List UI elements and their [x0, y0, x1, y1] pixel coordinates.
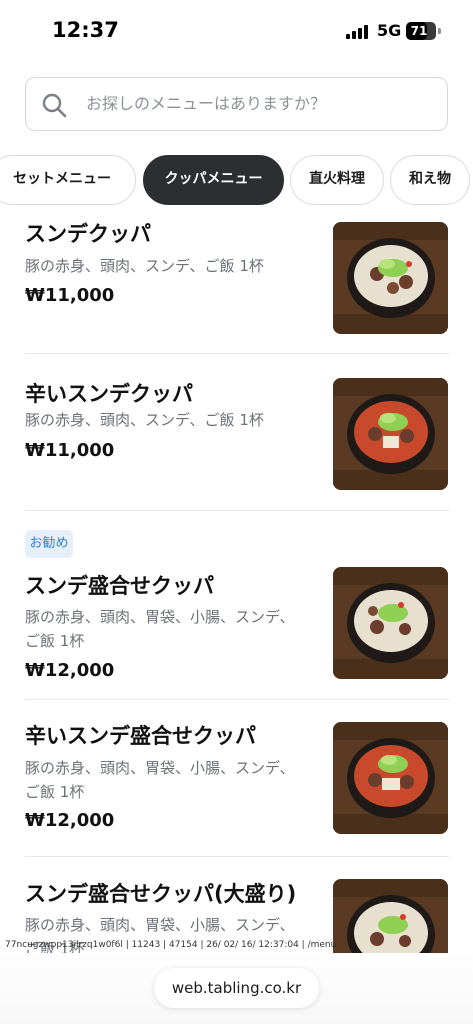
menu-item-price: ₩12,000	[25, 660, 115, 681]
menu-list: スンデクッパ 豚の赤身、頭肉、スンデ、ご飯 1杯 ₩11,000 辛いスンデクッ…	[0, 205, 473, 953]
menu-item-description: 豚の赤身、頭肉、スンデ、ご飯 1杯	[25, 411, 264, 429]
tab-salads[interactable]: 和え物	[390, 155, 470, 205]
url-bar[interactable]: web.tabling.co.kr	[154, 968, 319, 1008]
menu-item-title: 辛いスンデ盛合せクッパ	[25, 724, 256, 748]
cellular-signal-icon	[346, 25, 370, 39]
recommended-badge: お勧め	[25, 530, 73, 558]
menu-item-price: ₩12,000	[25, 810, 115, 831]
search-input[interactable]	[86, 78, 436, 129]
menu-item-description: 豚の赤身、頭肉、スンデ、ご飯 1杯	[25, 257, 264, 275]
spicy-soup-photo	[333, 378, 448, 490]
tab-gukbap-menu[interactable]: クッパメニュー	[143, 155, 284, 205]
menu-item[interactable]: スンデ盛合せクッパ(大盛り) 豚の赤身、頭肉、胃袋、小腸、スンデ、ご飯 1杯	[0, 857, 473, 953]
menu-item-title: スンデ盛合せクッパ(大盛り)	[25, 882, 297, 906]
menu-item[interactable]: 辛いスンデ盛合せクッパ 豚の赤身、頭肉、胃袋、小腸、スンデ、ご飯 1杯 ₩12,…	[0, 700, 473, 856]
search-box[interactable]	[25, 77, 448, 131]
battery-tip-icon	[438, 28, 441, 34]
spicy-soup-photo	[333, 722, 448, 834]
white-soup-photo	[333, 879, 448, 953]
category-tabs: セットメニュー クッパメニュー 直火料理 和え物	[0, 155, 473, 205]
network-type: 5G	[377, 21, 402, 40]
menu-item-title: スンデ盛合せクッパ	[25, 574, 214, 598]
white-soup-photo	[333, 222, 448, 334]
menu-item-title: スンデクッパ	[25, 222, 151, 246]
menu-item[interactable]: お勧め スンデ盛合せクッパ 豚の赤身、頭肉、胃袋、小腸、スンデ、ご飯 1杯 ₩1…	[0, 511, 473, 698]
battery-icon: 71	[406, 22, 436, 40]
menu-item-price: ₩11,000	[25, 285, 115, 306]
white-soup-photo	[333, 567, 448, 679]
menu-item-description: 豚の赤身、頭肉、胃袋、小腸、スンデ、ご飯 1杯	[25, 608, 295, 650]
menu-item[interactable]: スンデクッパ 豚の赤身、頭肉、スンデ、ご飯 1杯 ₩11,000	[0, 205, 473, 353]
debug-info: 77ncugzwpp13ilrzq1w0f6l | 11243 | 47154 …	[5, 940, 337, 950]
battery-level: 71	[410, 24, 428, 38]
menu-item-description: 豚の赤身、頭肉、胃袋、小腸、スンデ、ご飯 1杯	[25, 759, 295, 801]
status-bar: 12:37 5G 71	[0, 0, 473, 62]
tab-set-menu[interactable]: セットメニュー	[0, 155, 136, 205]
menu-item-title: 辛いスンデクッパ	[25, 382, 193, 406]
menu-item-price: ₩11,000	[25, 440, 115, 461]
tab-grill-dishes[interactable]: 直火料理	[290, 155, 384, 205]
search-icon	[42, 93, 67, 118]
status-time: 12:37	[52, 18, 119, 42]
menu-item[interactable]: 辛いスンデクッパ 豚の赤身、頭肉、スンデ、ご飯 1杯 ₩11,000	[0, 354, 473, 510]
